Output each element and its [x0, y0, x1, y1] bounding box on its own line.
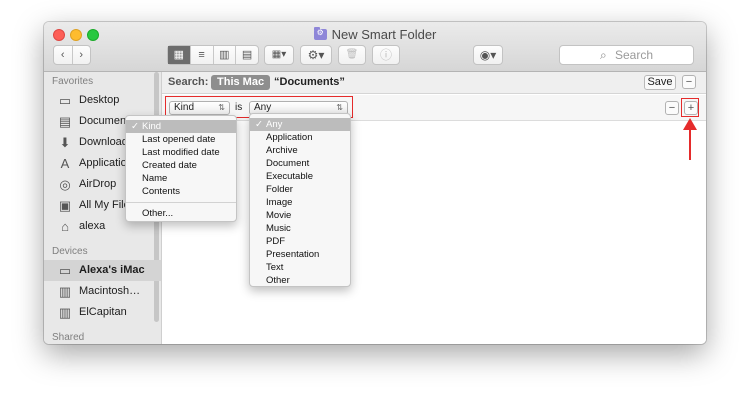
- downloads-icon: ⬇: [59, 135, 71, 150]
- icon-view-button[interactable]: ▦: [168, 46, 191, 64]
- forward-button[interactable]: ›: [73, 46, 91, 64]
- menu-item-name[interactable]: Name: [126, 172, 236, 185]
- disk-icon: ▥: [58, 284, 72, 299]
- kind-item-other[interactable]: Other: [250, 274, 350, 287]
- sidebar-item-macintosh-hd[interactable]: ▥ Macintosh…: [44, 281, 161, 302]
- add-rule-highlight-box: [681, 98, 699, 117]
- imac-icon: ▭: [58, 263, 72, 278]
- kind-menu: ✓ Any Application Archive Document Execut…: [249, 113, 351, 287]
- kind-item-text[interactable]: Text: [250, 261, 350, 274]
- column-view-button[interactable]: ▥: [214, 46, 237, 64]
- airdrop-icon: ◎: [59, 177, 71, 192]
- devices-header: Devices: [52, 246, 88, 257]
- search-input[interactable]: ⌕ Search: [559, 45, 694, 65]
- kind-item-document[interactable]: Document: [250, 157, 350, 170]
- action-button[interactable]: ⚙▾: [300, 45, 332, 65]
- disk-icon: ▥: [58, 305, 72, 320]
- kind-item-executable[interactable]: Executable: [250, 170, 350, 183]
- attribute-menu: ✓ Kind Last opened date Last modified dat…: [125, 115, 237, 222]
- sidebar-item-desktop[interactable]: ▭ Desktop: [44, 90, 161, 111]
- favorites-header: Favorites: [52, 76, 94, 87]
- delete-button[interactable]: 🗑: [338, 45, 366, 65]
- back-button[interactable]: ‹: [54, 46, 73, 64]
- group-by-button[interactable]: ▦▾: [264, 45, 294, 65]
- menu-item-other[interactable]: Other...: [126, 207, 236, 220]
- kind-item-presentation[interactable]: Presentation: [250, 248, 350, 261]
- menu-item-last-opened-date[interactable]: Last opened date: [126, 133, 236, 146]
- annotation-arrow-shaft: [689, 127, 691, 160]
- kind-item-pdf[interactable]: PDF: [250, 235, 350, 248]
- all-files-icon: ▣: [58, 198, 72, 213]
- remove-rule-button[interactable]: −: [665, 101, 679, 115]
- home-icon: ⌂: [61, 219, 69, 234]
- documents-icon: ▤: [58, 114, 72, 129]
- menu-item-last-modified-date[interactable]: Last modified date: [126, 146, 236, 159]
- search-label: Search:: [168, 76, 209, 88]
- list-view-button[interactable]: ≡: [191, 46, 214, 64]
- info-button[interactable]: ⓘ: [372, 45, 400, 65]
- checkmark-icon: ✓: [255, 119, 263, 130]
- share-button[interactable]: ◉▾: [473, 45, 503, 65]
- kind-item-folder[interactable]: Folder: [250, 183, 350, 196]
- close-search-button[interactable]: −: [682, 75, 696, 89]
- menu-separator: [126, 202, 236, 203]
- scope-documents-button[interactable]: “Documents”: [274, 76, 345, 88]
- desktop-icon: ▭: [58, 93, 72, 108]
- menu-item-kind[interactable]: ✓ Kind: [126, 120, 236, 133]
- kind-item-music[interactable]: Music: [250, 222, 350, 235]
- kind-item-image[interactable]: Image: [250, 196, 350, 209]
- kind-item-movie[interactable]: Movie: [250, 209, 350, 222]
- search-icon: ⌕: [600, 48, 607, 62]
- checkmark-icon: ✓: [131, 121, 139, 132]
- coverflow-view-button[interactable]: ▤: [236, 46, 258, 64]
- back-forward-control: ‹ ›: [53, 45, 91, 65]
- scope-this-mac-button[interactable]: This Mac: [211, 75, 271, 90]
- kind-item-archive[interactable]: Archive: [250, 144, 350, 157]
- kind-item-application[interactable]: Application: [250, 131, 350, 144]
- save-button[interactable]: Save: [644, 75, 676, 90]
- sidebar-item-alexas-imac[interactable]: ▭ Alexa's iMac: [44, 260, 161, 281]
- title-bar: New Smart Folder ‹ › ▦ ≡ ▥ ▤ ▦▾ ⚙▾ 🗑 ⓘ ◉…: [44, 22, 706, 72]
- menu-item-created-date[interactable]: Created date: [126, 159, 236, 172]
- smart-folder-icon: [313, 27, 327, 40]
- sidebar-item-elcapitan[interactable]: ▥ ElCapitan: [44, 302, 161, 323]
- menu-item-contents[interactable]: Contents: [126, 185, 236, 198]
- window-title: New Smart Folder: [44, 27, 706, 42]
- search-scope-bar: Search: This Mac “Documents” Save −: [162, 72, 706, 94]
- applications-icon: A: [60, 156, 70, 171]
- kind-item-any[interactable]: ✓ Any: [250, 118, 350, 131]
- shared-header: Shared: [52, 332, 85, 343]
- view-mode-control: ▦ ≡ ▥ ▤: [167, 45, 259, 65]
